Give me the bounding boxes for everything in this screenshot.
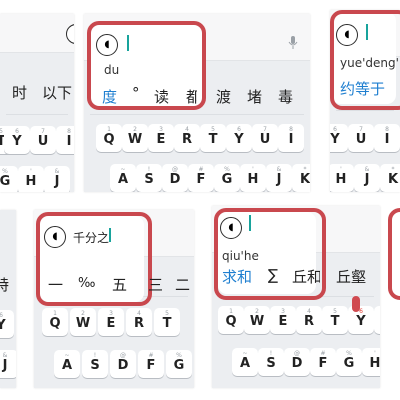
key-r[interactable]: 4R xyxy=(174,124,200,152)
key[interactable]: 6Y xyxy=(4,126,30,154)
key-u[interactable]: 7U xyxy=(348,124,374,152)
candidate-item[interactable]: 丘壑 xyxy=(336,266,366,287)
candidate-bar: 时 以下 xyxy=(0,82,74,106)
candidate-item[interactable]: ‰ xyxy=(78,276,95,291)
key[interactable]: % G xyxy=(0,166,18,192)
key[interactable]: 7U xyxy=(30,126,56,154)
candidate-item[interactable]: 五 xyxy=(112,274,127,295)
key-t[interactable]: 5T xyxy=(200,124,226,152)
candidate-item[interactable]: 度 xyxy=(102,86,117,107)
candidate-item[interactable]: 一 xyxy=(48,274,63,295)
key-s[interactable]: ! S xyxy=(258,348,284,376)
key-d[interactable]: @ D xyxy=(162,164,188,192)
key-y[interactable]: 6Y xyxy=(0,310,14,338)
key-y[interactable]: 6Y xyxy=(226,124,252,152)
highlight-frame xyxy=(388,208,400,300)
key[interactable]: & J xyxy=(44,166,70,192)
key-q[interactable]: 1Q xyxy=(96,124,122,152)
voice-input-icon[interactable]: ◖ xyxy=(66,24,74,44)
key-j[interactable]: & J xyxy=(0,350,16,378)
key-h[interactable]: ' H xyxy=(330,164,354,192)
key-f[interactable]: # F xyxy=(138,350,164,378)
key-s[interactable]: ! S xyxy=(82,350,108,378)
key-s[interactable]: ! S xyxy=(136,164,162,192)
key-a[interactable]: ~ A xyxy=(110,164,136,192)
key-u[interactable]: 7U xyxy=(252,124,278,152)
candidate-item[interactable]: ∑ xyxy=(268,266,278,284)
pinyin-text: qiu'he xyxy=(222,249,259,263)
candidate-item[interactable]: 求和 xyxy=(222,266,252,287)
key-h[interactable]: ' H xyxy=(240,164,266,192)
key-y[interactable]: 6Y xyxy=(330,124,348,152)
candidate-item[interactable]: 时 xyxy=(12,82,27,103)
key-g[interactable]: % G xyxy=(166,350,192,378)
pinyin-text: yue'deng' xyxy=(340,56,399,70)
key-d[interactable]: @ D xyxy=(284,348,310,376)
key-k[interactable]: * K xyxy=(380,164,400,192)
key-k[interactable]: * K xyxy=(292,164,310,192)
key-t[interactable]: 5T xyxy=(322,306,348,334)
scroll-handle[interactable] xyxy=(352,296,360,312)
key-g[interactable]: % G xyxy=(336,348,362,376)
voice-input-icon[interactable]: ◖ xyxy=(220,217,242,239)
candidate-item[interactable]: 约等于 xyxy=(340,78,385,99)
candidate-item[interactable]: 丘和 xyxy=(292,266,320,287)
candidate-item[interactable]: ° xyxy=(132,84,140,102)
key-r[interactable]: 4R xyxy=(126,308,152,336)
typed-text: 千分之 xyxy=(73,231,110,245)
key-w[interactable]: 2W xyxy=(70,308,96,336)
voice-input-icon[interactable]: ◖ xyxy=(44,226,66,248)
key-g[interactable]: % G xyxy=(214,164,240,192)
candidate-item[interactable]: 二 xyxy=(175,274,190,295)
key-a[interactable]: ~ A xyxy=(232,348,258,376)
candidate-item[interactable]: 以下 xyxy=(42,82,72,103)
candidate-item[interactable]: 毒 xyxy=(278,86,293,107)
candidate-item[interactable]: 读 xyxy=(154,86,169,107)
key-w[interactable]: 2W xyxy=(244,306,270,334)
keyboard-panel-left-top: ◖ 时 以下 5T 6Y 7U 8I %G 'H &J xyxy=(0,14,74,192)
key-e[interactable]: 3E xyxy=(98,308,124,336)
key-t[interactable]: 5T xyxy=(154,308,180,336)
key[interactable]: 8I xyxy=(56,126,74,154)
key-q[interactable]: 1Q xyxy=(42,308,68,336)
key-f[interactable]: # F xyxy=(310,348,336,376)
microphone-icon[interactable] xyxy=(288,36,298,50)
key-w[interactable]: 2W xyxy=(122,124,148,152)
keyboard-panel-left-bottom: 特 6Y & J xyxy=(0,210,16,388)
key-i[interactable]: 8I xyxy=(374,124,400,152)
key-j[interactable]: & J xyxy=(266,164,292,192)
key[interactable]: ' H xyxy=(18,166,44,192)
key-r[interactable]: 4R xyxy=(296,306,322,334)
key-q[interactable]: 1Q xyxy=(218,306,244,334)
voice-input-icon[interactable]: ◖ xyxy=(96,34,118,56)
key-u[interactable]: 7U xyxy=(374,306,380,334)
key-e[interactable]: 3E xyxy=(270,306,296,334)
input-bar[interactable]: ◖ xyxy=(0,14,74,53)
key-j[interactable]: & J xyxy=(354,164,380,192)
key-i[interactable]: 8I xyxy=(278,124,304,152)
key-e[interactable]: 3E xyxy=(148,124,174,152)
voice-input-icon[interactable]: ◖ xyxy=(336,24,358,46)
candidate-item[interactable]: 堵 xyxy=(247,86,262,107)
candidate-item[interactable]: 特 xyxy=(0,274,9,295)
key-a[interactable]: ~ A xyxy=(54,350,80,378)
key-h[interactable]: ' H xyxy=(362,348,380,376)
key-f[interactable]: # F xyxy=(188,164,214,192)
key-d[interactable]: @ D xyxy=(110,350,136,378)
candidate-item[interactable]: 三 xyxy=(148,274,163,295)
pinyin-text: du xyxy=(104,63,120,77)
candidate-item[interactable]: 渡 xyxy=(216,86,231,107)
